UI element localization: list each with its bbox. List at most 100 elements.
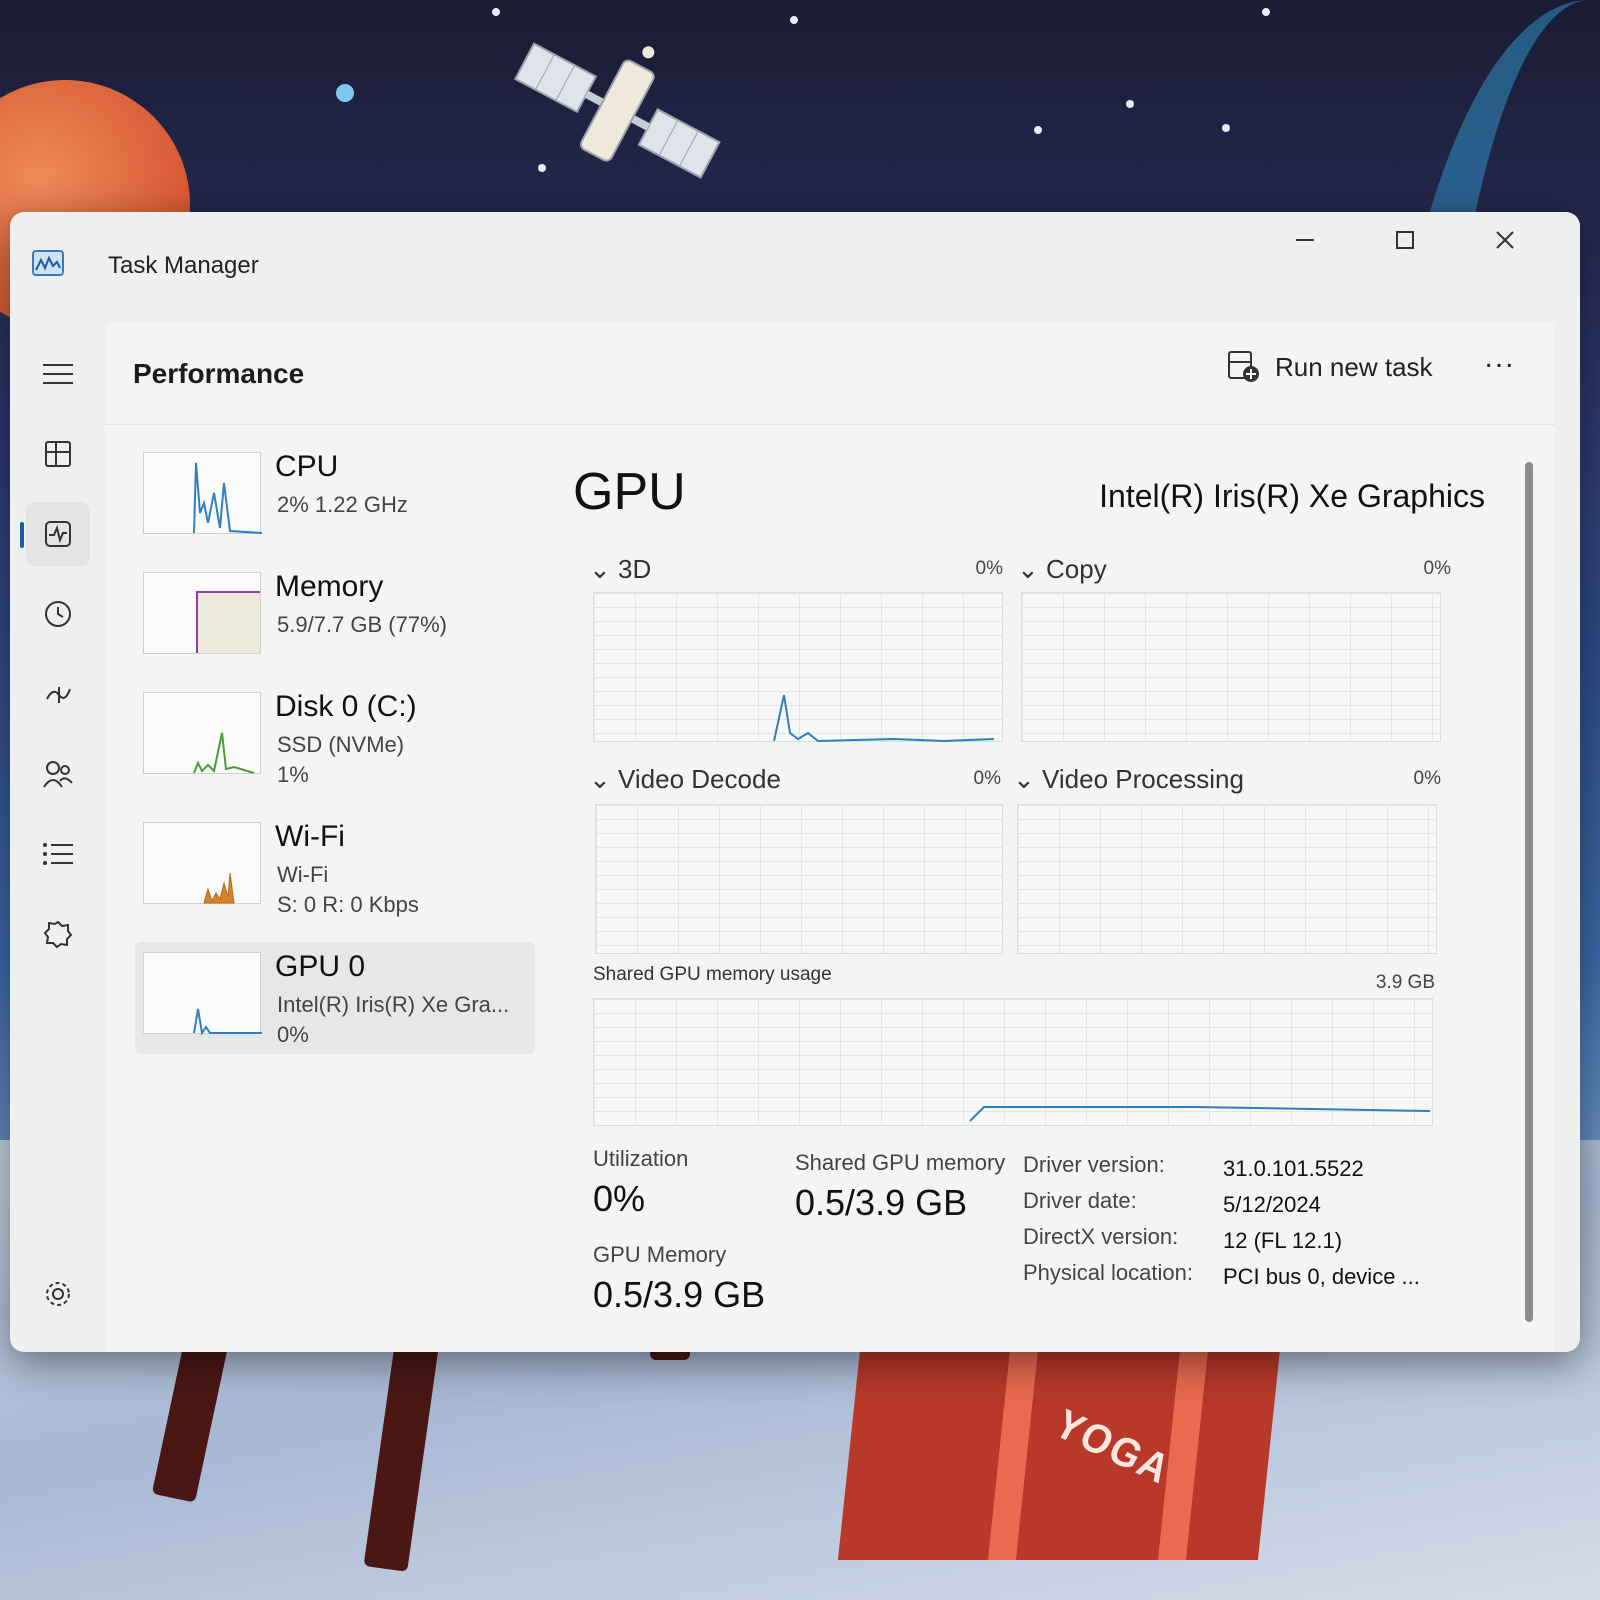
vertical-scrollbar[interactable]: [1525, 462, 1533, 1322]
physical-location-label: Physical location:: [1023, 1260, 1193, 1285]
nav-hamburger[interactable]: [26, 342, 90, 406]
settings-icon: [46, 1282, 70, 1306]
nav-details[interactable]: [26, 822, 90, 886]
shared-memory-value: 0.5/3.9 GB: [795, 1182, 968, 1223]
wallpaper-star: [492, 8, 500, 16]
wallpaper-star: [1034, 126, 1042, 134]
chevron-down-icon: ⌄: [1017, 554, 1039, 584]
device-name: CPU: [275, 450, 339, 483]
engine-3d-selector[interactable]: ⌄ 3D: [589, 554, 651, 585]
disk-sparkline: [193, 732, 255, 774]
physical-location-value: PCI bus 0, device ...: [1223, 1264, 1420, 1289]
device-item-memory[interactable]: Memory 5.9/7.7 GB (77%): [135, 562, 535, 674]
maximize-icon: [1396, 231, 1414, 249]
maximize-button[interactable]: [1360, 218, 1450, 262]
satellite-illustration: [513, 42, 721, 179]
device-usage: 0%: [277, 1022, 309, 1047]
device-detail: Intel(R) Iris(R) Xe Gra...: [277, 992, 510, 1017]
cpu-thumbnail-graph: [143, 452, 263, 534]
device-name: Wi-Fi: [275, 820, 345, 853]
gpu-memory-label: GPU Memory: [593, 1242, 727, 1267]
device-detail: SSD (NVMe): [277, 732, 405, 757]
shared-memory-graph: [593, 998, 1433, 1126]
chevron-down-icon: ⌄: [589, 554, 611, 584]
device-detail: 2% 1.22 GHz: [277, 492, 408, 517]
driver-version-value: 31.0.101.5522: [1223, 1156, 1364, 1181]
users-icon: [43, 761, 73, 788]
run-new-task-icon: [1228, 351, 1259, 382]
nav-users[interactable]: [26, 742, 90, 806]
header-divider: [105, 424, 1555, 425]
nav-processes[interactable]: [26, 422, 90, 486]
engine-label: Video Decode: [618, 764, 781, 794]
device-detail: Wi-Fi: [277, 862, 329, 887]
close-button[interactable]: [1460, 218, 1550, 262]
wifi-thumbnail-graph: [143, 822, 261, 904]
nav-services[interactable]: [26, 902, 90, 966]
minimize-button[interactable]: [1260, 218, 1350, 262]
title-bar[interactable]: Task Manager: [10, 212, 1580, 312]
shared-memory-line: [969, 1106, 1431, 1122]
wifi-sparkline: [203, 872, 235, 904]
performance-page: Performance Run new task ... CPU 2% 1.22…: [105, 322, 1555, 1352]
device-item-gpu[interactable]: GPU 0 Intel(R) Iris(R) Xe Gra... 0%: [135, 942, 535, 1054]
engine-video-decode-selector[interactable]: ⌄ Video Decode: [589, 764, 781, 795]
gpu-thumbnail-graph: [143, 952, 262, 1036]
close-icon: [1496, 231, 1514, 249]
shared-memory-graph-label: Shared GPU memory usage: [593, 964, 832, 985]
device-throughput: S: 0 R: 0 Kbps: [277, 892, 419, 917]
hamburger-icon: [43, 364, 73, 384]
utilization-label: Utilization: [593, 1146, 689, 1171]
directx-version-value: 12 (FL 12.1): [1223, 1228, 1343, 1253]
driver-version-label: Driver version:: [1023, 1152, 1165, 1177]
memory-fill: [196, 591, 260, 653]
bag-strap: [987, 1330, 1041, 1560]
task-manager-window: Task Manager Performance Run new task ..…: [10, 212, 1580, 1352]
device-name: Memory: [275, 570, 384, 603]
run-new-task-label: Run new task: [1275, 351, 1433, 382]
app-history-icon: [45, 601, 71, 627]
driver-date-value: 5/12/2024: [1223, 1192, 1321, 1217]
engine-copy-selector[interactable]: ⌄ Copy: [1017, 554, 1107, 585]
processes-icon: [45, 441, 71, 467]
engine-3d-line: [773, 694, 995, 743]
directx-version-label: DirectX version:: [1023, 1224, 1179, 1249]
engine-copy-graph: [1021, 592, 1441, 742]
engine-label: 3D: [618, 554, 652, 584]
performance-icon: [45, 521, 71, 547]
more-options-button[interactable]: ...: [1475, 343, 1525, 386]
gpu-model-name: Intel(R) Iris(R) Xe Graphics: [1099, 478, 1485, 514]
device-item-wifi[interactable]: Wi-Fi Wi-Fi S: 0 R: 0 Kbps: [135, 812, 535, 924]
device-name: Disk 0 (C:): [275, 690, 417, 723]
navigation-rail: [10, 322, 105, 1352]
engine-percent: 0%: [973, 768, 1001, 789]
engine-3d-graph: [593, 592, 1003, 743]
engine-percent: 0%: [1413, 768, 1441, 789]
yoga-bag: YOGA: [837, 1330, 1283, 1560]
utilization-value: 0%: [593, 1178, 646, 1219]
engine-percent: 0%: [975, 558, 1003, 579]
engine-video-decode-graph: [595, 804, 1003, 954]
minimize-icon: [1296, 239, 1314, 241]
nav-settings[interactable]: [26, 1262, 90, 1326]
wallpaper-star: [1222, 124, 1230, 132]
gpu-memory-value: 0.5/3.9 GB: [593, 1274, 766, 1315]
device-usage: 1%: [277, 762, 309, 787]
driver-date-label: Driver date:: [1023, 1188, 1137, 1213]
device-item-disk[interactable]: Disk 0 (C:) SSD (NVMe) 1%: [135, 682, 535, 794]
nav-app-history[interactable]: [26, 582, 90, 646]
engine-video-processing-selector[interactable]: ⌄ Video Processing: [1013, 764, 1244, 795]
shared-memory-graph-max: 3.9 GB: [1375, 972, 1435, 993]
run-new-task-button[interactable]: Run new task: [1215, 342, 1445, 392]
nav-performance[interactable]: [20, 502, 90, 566]
engine-label: Video Processing: [1042, 764, 1244, 794]
details-icon: [43, 843, 73, 865]
device-item-cpu[interactable]: CPU 2% 1.22 GHz: [135, 442, 535, 554]
gpu-heading: GPU: [573, 463, 686, 521]
engine-label: Copy: [1046, 554, 1107, 584]
engine-video-processing-graph: [1017, 804, 1437, 954]
nav-startup-apps[interactable]: [26, 662, 90, 726]
chevron-down-icon: ⌄: [1013, 764, 1035, 794]
startup-apps-icon: [46, 687, 71, 703]
bag-logo-text: YOGA: [1047, 1401, 1179, 1493]
